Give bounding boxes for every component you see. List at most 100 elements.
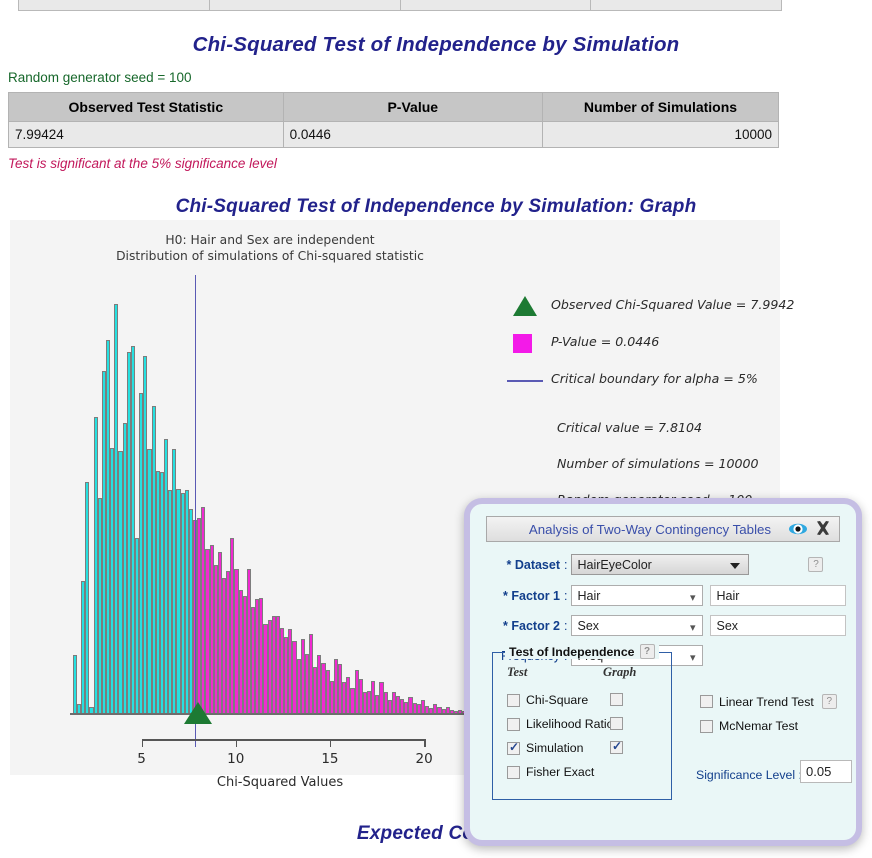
checkbox-simulation-graph[interactable] xyxy=(610,739,623,754)
legend-entry-observed: Observed Chi-Squared Value = 7.9942 xyxy=(505,295,794,332)
mcnemar-test-checkbox[interactable] xyxy=(700,719,713,733)
x-axis-tick-label: 5 xyxy=(137,751,146,767)
x-axis-tick xyxy=(235,739,238,747)
test-of-independence-help-button[interactable]: ? xyxy=(639,644,655,659)
x-axis-tick xyxy=(424,739,426,747)
fisher-exact-test-checkbox[interactable] xyxy=(507,765,520,779)
factor1-text-input[interactable]: Hair xyxy=(710,585,847,606)
blue-line-icon xyxy=(505,369,551,391)
chart-subtitle-line1: H0: Hair and Sex are independent xyxy=(165,233,375,247)
legend-entry-critical: Critical boundary for alpha = 5% xyxy=(505,369,775,406)
magenta-square-icon xyxy=(505,332,551,354)
results-table: Observed Test Statistic P-Value Number o… xyxy=(8,92,780,148)
significance-note: Test is significant at the 5% significan… xyxy=(8,156,277,171)
eye-icon[interactable] xyxy=(787,518,809,540)
table-cell xyxy=(591,0,781,10)
legend-note-num-simulations: Number of simulations = 10000 xyxy=(557,456,759,471)
dataset-select[interactable]: HairEyeColor xyxy=(571,554,750,575)
chi-square-label: Chi-Square xyxy=(526,693,589,707)
dataset-row: * Dataset : HairEyeColor ? xyxy=(486,554,824,575)
observed-value-marker xyxy=(183,702,212,724)
column-header-observed-statistic: Observed Test Statistic xyxy=(8,92,284,122)
likelihood-ratio-graph-checkbox[interactable] xyxy=(610,717,623,730)
dataset-select-value: HairEyeColor xyxy=(577,558,652,572)
colon: : xyxy=(564,557,568,572)
checkbox-row-likelihood-ratio[interactable]: Likelihood Ratio xyxy=(507,717,614,731)
x-axis: 5 10 15 20 xyxy=(70,739,490,767)
cell-observed-statistic: 7.99424 xyxy=(8,121,284,148)
x-axis-tick-label: 20 xyxy=(415,751,433,767)
likelihood-ratio-test-checkbox[interactable] xyxy=(507,717,520,731)
histogram-bar xyxy=(85,481,90,715)
cell-num-simulations: 10000 xyxy=(541,121,780,148)
chevron-down-icon: ▾ xyxy=(689,652,696,664)
chart-subtitle: H0: Hair and Sex are independent Distrib… xyxy=(10,232,530,264)
dataset-label: * Dataset xyxy=(506,557,561,572)
column-header-graph: Graph xyxy=(603,665,637,679)
legend-text-critical: Critical boundary for alpha = 5% xyxy=(551,371,758,386)
factor1-select[interactable]: Hair ▾ xyxy=(571,585,704,606)
test-of-independence-fieldset: Test of Independence ? Test Graph Chi-Sq… xyxy=(492,644,672,800)
table-header-row: Observed Test Statistic P-Value Number o… xyxy=(8,92,780,122)
x-axis-tick-label: 10 xyxy=(227,751,245,767)
simulation-test-checkbox[interactable] xyxy=(507,740,520,755)
chevron-down-icon: ▾ xyxy=(689,622,696,634)
factor1-row: * Factor 1 : Hair ▾ Hair xyxy=(486,585,847,606)
linear-trend-test-label: Linear Trend Test xyxy=(719,694,814,709)
chi-square-test-checkbox[interactable] xyxy=(507,693,520,707)
fieldset-legend: Test of Independence ? xyxy=(505,644,659,659)
legend-text-observed: Observed Chi-Squared Value = 7.9942 xyxy=(551,297,795,312)
factor2-row: * Factor 2 : Sex ▾ Sex xyxy=(486,615,847,636)
close-icon[interactable] xyxy=(813,518,835,540)
dialog-title: Analysis of Two-Way Contingency Tables xyxy=(528,521,772,537)
checkbox-row-chi-square[interactable]: Chi-Square xyxy=(507,693,588,707)
factor2-label: * Factor 2 xyxy=(503,618,560,633)
mcnemar-test-label: McNemar Test xyxy=(719,719,799,733)
graph-section-title: Chi-Squared Test of Independence by Simu… xyxy=(175,196,697,217)
simulation-graph-checkbox[interactable] xyxy=(610,739,623,754)
checkbox-row-fisher-exact[interactable]: Fisher Exact xyxy=(507,765,594,779)
legend-entry-pvalue: P-Value = 0.0446 xyxy=(505,332,775,369)
analysis-dialog[interactable]: Analysis of Two-Way Contingency Tables *… xyxy=(464,498,862,846)
fieldset-legend-text: Test of Independence xyxy=(509,644,635,659)
linear-trend-test-help-button[interactable]: ? xyxy=(821,694,837,709)
significance-level-label: Significance Level : xyxy=(696,768,802,782)
partial-table-row xyxy=(18,0,782,11)
x-axis-tick xyxy=(141,739,144,747)
plot-baseline xyxy=(70,713,490,715)
colon: : xyxy=(564,588,568,603)
simulation-label: Simulation xyxy=(526,741,584,755)
legend-note-critical-value: Critical value = 7.8104 xyxy=(557,420,703,435)
histogram-plot xyxy=(70,275,490,747)
table-row: 7.99424 0.0446 10000 xyxy=(8,121,780,148)
table-cell xyxy=(401,0,592,10)
checkbox-likelihood-ratio-graph[interactable] xyxy=(610,717,623,730)
table-cell xyxy=(19,0,210,10)
factor2-select[interactable]: Sex ▾ xyxy=(571,615,704,636)
column-header-p-value: P-Value xyxy=(282,92,543,122)
x-axis-label: Chi-Squared Values xyxy=(216,775,344,790)
critical-boundary-line xyxy=(194,275,196,747)
checkbox-row-mcnemar-test[interactable]: McNemar Test xyxy=(700,719,798,733)
table-cell xyxy=(210,0,401,10)
factor2-text-input[interactable]: Sex xyxy=(710,615,847,636)
chart-legend: Observed Chi-Squared Value = 7.9942 P-Va… xyxy=(505,295,794,528)
checkbox-row-linear-trend-test[interactable]: Linear Trend Test ? xyxy=(700,694,837,709)
x-axis-tick xyxy=(329,739,332,747)
column-header-num-simulations: Number of Simulations xyxy=(541,92,780,122)
likelihood-ratio-label: Likelihood Ratio xyxy=(526,717,614,731)
chi-square-graph-checkbox[interactable] xyxy=(610,693,623,706)
checkbox-chi-square-graph[interactable] xyxy=(610,693,623,706)
factor2-select-value: Sex xyxy=(577,619,600,633)
significance-level-input[interactable]: 0.05 xyxy=(800,760,852,783)
column-header-test: Test xyxy=(507,665,528,679)
dialog-title-bar: Analysis of Two-Way Contingency Tables xyxy=(486,516,840,542)
checkbox-row-simulation[interactable]: Simulation xyxy=(507,740,584,755)
legend-text-pvalue: P-Value = 0.0446 xyxy=(551,334,660,349)
factor1-select-value: Hair xyxy=(577,589,601,603)
dataset-help-button[interactable]: ? xyxy=(808,557,824,572)
histogram-bars xyxy=(70,290,490,715)
linear-trend-test-checkbox[interactable] xyxy=(700,695,713,708)
chart-subtitle-line2: Distribution of simulations of Chi-squar… xyxy=(116,249,424,263)
random-seed-text: Random generator seed = 100 xyxy=(8,70,192,85)
